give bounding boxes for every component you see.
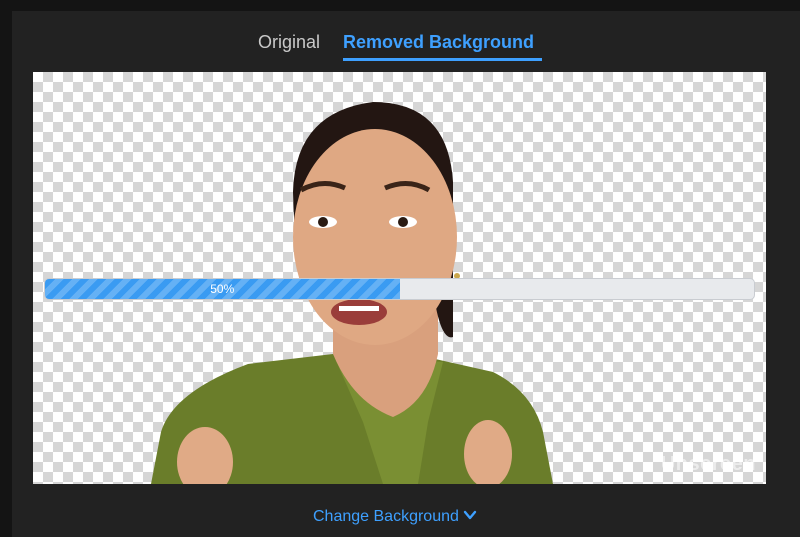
- tab-removed-background[interactable]: Removed Background: [343, 30, 534, 54]
- progress-bar: 50%: [44, 278, 755, 300]
- active-tab-indicator: [343, 58, 542, 61]
- change-background-label: Change Background: [313, 508, 459, 525]
- tab-original[interactable]: Original: [258, 30, 320, 54]
- progress-label: 50%: [210, 282, 235, 296]
- view-tabs: Original Removed Background: [0, 30, 800, 64]
- chevron-down-icon: [463, 510, 477, 520]
- watermark: Unscreen: [660, 453, 756, 475]
- change-background-button[interactable]: Change Background: [313, 507, 477, 527]
- app-frame: Original Removed Background Unscreen 50%…: [0, 0, 800, 537]
